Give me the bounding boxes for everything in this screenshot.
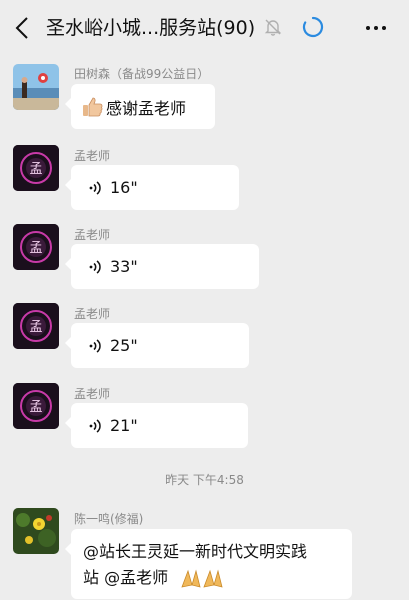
flower-photo-icon (13, 508, 59, 554)
voice-duration: 16" (110, 178, 138, 197)
landscape-photo-icon (13, 64, 59, 110)
chat-title: 圣水峪小城...服务站(90) (46, 17, 256, 39)
sender-name: 孟老师 (74, 387, 111, 401)
brand-logo-icon: 孟 (13, 303, 59, 349)
voice-message-bubble[interactable]: 25" (65, 323, 249, 368)
voice-message-bubble[interactable]: 16" (65, 165, 239, 210)
chevron-left-icon (15, 17, 28, 39)
chat-header: 圣水峪小城...服务站(90) (0, 0, 409, 55)
text-message-bubble[interactable]: @站长王灵延一新时代文明实践 站 @孟老师 (65, 529, 352, 599)
message-text-line: @站长王灵延一新时代文明实践 (83, 542, 308, 561)
voice-wave-icon (89, 259, 101, 274)
sender-name: 田树森（备战99公益日） (74, 67, 210, 81)
voice-duration: 33" (110, 257, 138, 276)
avatar[interactable]: 孟 (13, 145, 59, 191)
voice-message-bubble[interactable]: 21" (65, 403, 248, 448)
brand-logo-icon: 孟 (13, 383, 59, 429)
loading-spinner-icon (302, 16, 324, 38)
brand-logo-icon: 孟 (13, 224, 59, 270)
voice-wave-icon (89, 418, 101, 433)
back-button[interactable] (10, 14, 34, 42)
avatar[interactable]: 孟 (13, 303, 59, 349)
more-dot (366, 26, 370, 30)
avatar[interactable]: 孟 (13, 224, 59, 270)
logo-text: 孟 (29, 320, 42, 335)
mute-bell-icon (264, 19, 282, 36)
sender-name: 孟老师 (74, 149, 111, 163)
message-text: 感谢孟老师 (106, 98, 187, 118)
avatar[interactable]: 孟 (13, 383, 59, 429)
voice-duration: 25" (110, 336, 138, 355)
logo-text: 孟 (29, 241, 42, 256)
text-message-bubble[interactable]: 感谢孟老师 (65, 84, 215, 129)
voice-wave-icon (89, 180, 101, 195)
more-dot (382, 26, 386, 30)
sender-name: 孟老师 (74, 228, 111, 242)
message-text-line-2: 站 @孟老师 (83, 565, 342, 591)
more-dot (374, 26, 378, 30)
avatar[interactable] (13, 508, 59, 554)
logo-text: 孟 (29, 162, 42, 177)
brand-logo-icon: 孟 (13, 145, 59, 191)
voice-duration: 21" (110, 416, 138, 435)
logo-text: 孟 (29, 400, 42, 415)
praying-hands-emoji-icon (181, 569, 223, 588)
more-options-button[interactable] (360, 14, 392, 42)
avatar[interactable] (13, 64, 59, 110)
thumbs-up-icon (83, 97, 103, 116)
timestamp-divider: 昨天 下午4:58 (165, 473, 244, 487)
voice-wave-icon (89, 338, 101, 353)
sender-name: 孟老师 (74, 307, 111, 321)
voice-message-bubble[interactable]: 33" (65, 244, 259, 289)
sender-name: 陈一鸣(修福) (74, 512, 144, 526)
message-text: 站 @孟老师 (83, 568, 169, 587)
